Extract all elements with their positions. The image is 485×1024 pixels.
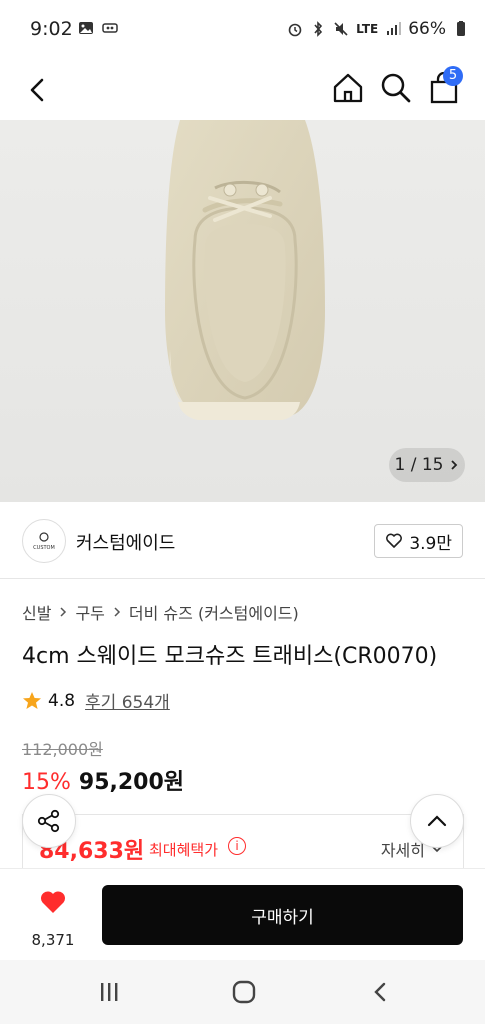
status-bar: 9:02 LTE 66% [0, 0, 485, 60]
discount-rate: 15% [22, 770, 71, 795]
top-nav [0, 60, 485, 120]
alarm-icon [288, 23, 302, 37]
recent-apps-icon[interactable] [93, 976, 125, 1008]
breadcrumb-item[interactable]: 더비 슈즈 (커스텀에이드) [129, 600, 299, 624]
wish-button[interactable]: 8,371 [22, 883, 84, 949]
rating-value: 4.8 [48, 690, 76, 711]
sale-price-row: 15% 95,200원 [22, 764, 184, 796]
svg-text:CUSTOM: CUSTOM [33, 545, 55, 551]
sale-price: 95,200원 [78, 770, 185, 795]
system-nav-bar [0, 960, 485, 1024]
home-circle-icon[interactable] [228, 976, 260, 1008]
notification-icon [102, 23, 118, 33]
scroll-top-button[interactable] [410, 794, 464, 848]
image-counter-text: 1 / 15 [394, 455, 444, 475]
rating-row: 4.8 후기 654개 [22, 688, 170, 713]
mute-icon [334, 22, 348, 36]
heart-outline-icon [386, 533, 403, 548]
gallery-icon [79, 22, 93, 34]
search-icon[interactable] [378, 70, 414, 106]
brand-logo[interactable]: CUSTOM [22, 519, 66, 563]
product-title: 4cm 스웨이드 모크슈즈 트래비스(CR0070) [22, 644, 438, 669]
brand-row[interactable]: CUSTOM 커스텀에이드 3.9만 [0, 502, 485, 579]
heart-filled-icon [40, 891, 66, 913]
home-icon[interactable] [330, 70, 366, 106]
shoe-illustration [165, 120, 325, 420]
wish-count: 8,371 [31, 931, 75, 949]
star-icon [23, 692, 41, 709]
info-icon[interactable]: i [228, 837, 246, 855]
brand-like-button[interactable]: 3.9만 [374, 524, 463, 558]
status-time: 9:02 [30, 18, 73, 40]
chevron-up-icon [427, 815, 447, 827]
brand-like-count: 3.9만 [409, 533, 452, 554]
chevron-right-icon [451, 460, 458, 470]
bluetooth-icon [314, 21, 323, 37]
battery-icon [457, 21, 465, 36]
cart-count-badge: 5 [443, 66, 463, 86]
brand-name[interactable]: 커스텀에이드 [76, 529, 175, 555]
image-counter[interactable]: 1 / 15 [389, 448, 465, 482]
back-icon[interactable] [20, 72, 56, 108]
buy-button[interactable]: 구매하기 [102, 885, 463, 945]
chevron-right-icon [114, 607, 120, 617]
battery-percent: 66% [408, 19, 446, 39]
share-button[interactable] [22, 794, 76, 848]
review-link[interactable]: 후기 654개 [85, 688, 170, 713]
signal-icon [387, 22, 402, 35]
nav-back-icon[interactable] [364, 976, 396, 1008]
status-left-icons [78, 20, 118, 36]
max-benefit-label: 최대혜택가 [149, 841, 219, 859]
network-label: LTE [356, 22, 379, 36]
chevron-right-icon [60, 607, 67, 617]
brand-logo-mark: CUSTOM [33, 532, 55, 551]
status-right-icons: LTE 66% [287, 19, 469, 39]
breadcrumb: 신발 구두 더비 슈즈 (커스텀에이드) [22, 600, 299, 624]
product-image[interactable] [0, 120, 485, 502]
share-icon [37, 809, 60, 833]
max-benefit-box[interactable]: 84,633원 최대혜택가 i 자세히 [22, 814, 464, 869]
purchase-bar: 8,371 구매하기 [0, 868, 485, 961]
breadcrumb-item[interactable]: 신발 [22, 600, 51, 624]
original-price: 112,000원 [22, 740, 103, 759]
breadcrumb-item[interactable]: 구두 [75, 600, 104, 624]
